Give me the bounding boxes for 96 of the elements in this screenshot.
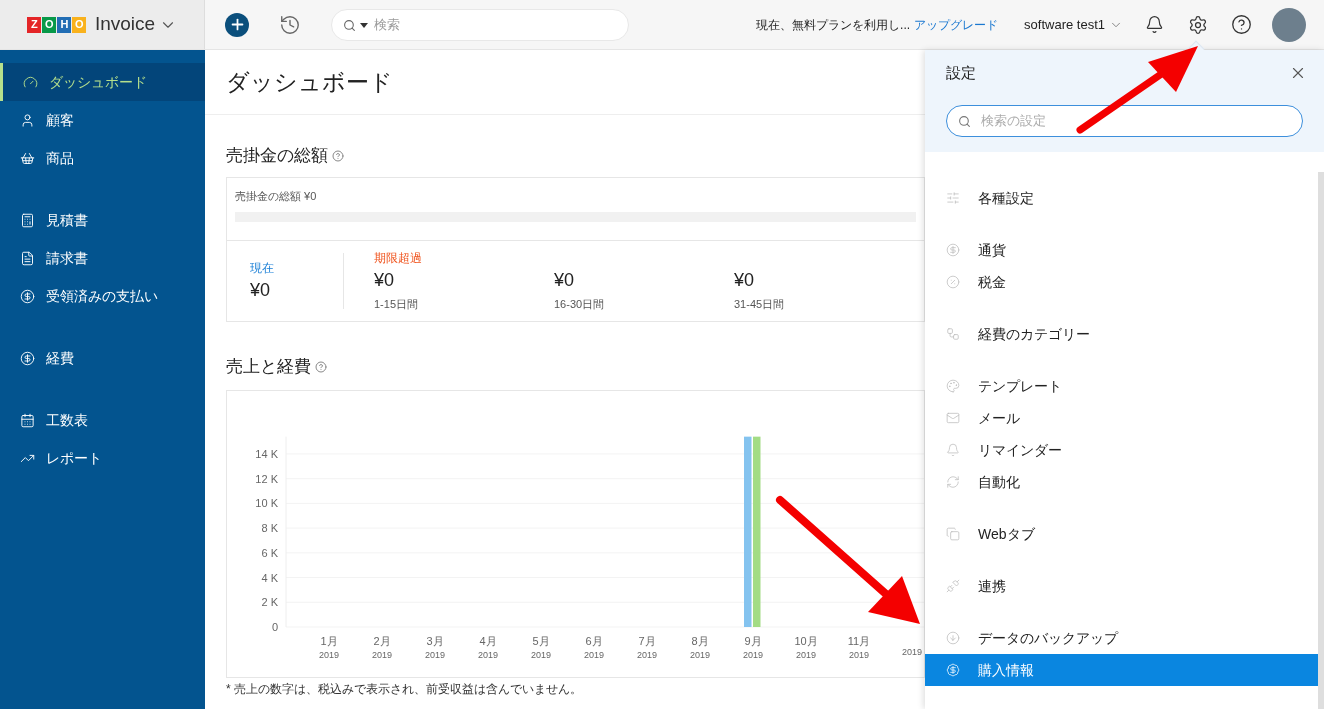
sidebar-item[interactable]: 顧客	[0, 101, 205, 139]
x-axis-label: 7月 2019	[637, 634, 657, 660]
settings-item[interactable]: 通貨	[925, 234, 1318, 266]
caret-icon	[360, 22, 368, 28]
dollar-badge-icon	[946, 663, 960, 677]
page-title: ダッシュボード	[226, 67, 393, 97]
help-icon[interactable]	[1231, 14, 1252, 35]
settings-item[interactable]: 購入情報	[925, 654, 1318, 686]
status-label: 期限超過	[374, 250, 423, 268]
calculator-icon	[20, 212, 35, 228]
settings-item[interactable]: テンプレート	[925, 370, 1318, 402]
sidebar-item[interactable]: ダッシュボード	[0, 63, 205, 101]
section-title: 売上と経費	[226, 356, 311, 378]
y-axis-label: 2 K	[261, 595, 278, 608]
settings-icon[interactable]	[1188, 14, 1208, 35]
logo-letter: Z	[27, 16, 42, 33]
refresh-icon	[946, 475, 960, 489]
sidebar-item[interactable]: 受領済みの支払い	[0, 277, 205, 315]
organization-switcher[interactable]: software test1	[1024, 14, 1123, 35]
palette-icon	[946, 379, 960, 393]
logo-letter: O	[42, 16, 57, 33]
plan-notice: 現在、無料プランを利用し...	[756, 16, 911, 34]
basket-icon	[20, 150, 35, 166]
search-field[interactable]: 検索	[331, 8, 629, 41]
bell-icon[interactable]	[1145, 15, 1164, 34]
settings-item[interactable]: 税金	[925, 266, 1318, 298]
x-axis-label: 2月 2019	[372, 634, 392, 660]
add-button[interactable]	[225, 12, 249, 37]
sidebar-item[interactable]: 請求書	[0, 239, 205, 277]
gauge-icon	[23, 74, 38, 90]
logo-letter: O	[72, 16, 87, 33]
y-axis-label: 10 K	[255, 496, 278, 509]
settings-item[interactable]: メール	[925, 402, 1318, 434]
y-axis-label: 14 K	[255, 447, 278, 460]
scrollbar[interactable]	[1318, 172, 1324, 709]
x-axis-label: 9月 2019	[743, 634, 763, 660]
search-icon	[343, 18, 356, 32]
x-axis-label: 6月 2019	[584, 634, 604, 660]
settings-item[interactable]: Webタブ	[925, 518, 1318, 550]
settings-item[interactable]: リマインダー	[925, 434, 1318, 466]
x-axis-label: 8月 2019	[690, 634, 710, 660]
panel-title: 設定	[946, 63, 976, 83]
amount: ¥0	[374, 269, 396, 293]
settings-item[interactable]: 自動化	[925, 466, 1318, 498]
section-title: 売掛金の総額	[226, 145, 328, 167]
sidebar-item[interactable]: 工数表	[0, 401, 205, 439]
x-axis-label: 5月 2019	[531, 634, 551, 660]
logo-letter: H	[57, 16, 72, 33]
range-label: 1-15日間	[374, 297, 420, 313]
x-axis-label: 2019	[902, 646, 922, 657]
range-label: 16-30日間	[554, 297, 606, 313]
settings-search-field[interactable]: 検索の設定	[946, 104, 1303, 137]
bell-icon	[946, 443, 960, 457]
x-axis-label: 1月 2019	[319, 634, 339, 660]
dollar-circle-icon	[20, 288, 35, 304]
document-icon	[20, 250, 35, 266]
product-name: Invoice	[94, 12, 156, 37]
sidebar-item[interactable]: 見積書	[0, 201, 205, 239]
x-axis-label: 3月 2019	[425, 634, 445, 660]
settings-item[interactable]: 経費のカテゴリー	[925, 318, 1318, 350]
x-axis-label: 10月 2019	[794, 634, 818, 660]
dollar-circle-icon	[946, 243, 960, 257]
hierarchy-icon	[946, 327, 960, 341]
upgrade-link[interactable]: アップグレード	[914, 15, 999, 34]
history-icon[interactable]	[279, 13, 301, 36]
search-icon	[958, 114, 971, 128]
sliders-icon	[946, 191, 960, 205]
settings-item[interactable]: データのバックアップ	[925, 622, 1318, 654]
windows-icon	[946, 527, 960, 541]
y-axis-label: 12 K	[255, 472, 278, 485]
receivables-summary: 売掛金の総額 ¥0	[235, 188, 318, 204]
calendar-icon	[20, 412, 35, 428]
status-label: 現在	[250, 259, 275, 277]
y-axis-label: 0	[271, 620, 278, 633]
y-axis-label: 6 K	[261, 546, 278, 559]
percent-icon	[946, 275, 960, 289]
sidebar-item[interactable]: 経費	[0, 339, 205, 377]
person-icon	[20, 112, 35, 128]
amount: ¥0	[250, 278, 272, 302]
x-axis-label: 11月 2019	[847, 634, 871, 660]
y-axis-label: 4 K	[261, 571, 278, 584]
range-label: 31-45日間	[734, 297, 786, 313]
sidebar-item[interactable]: 商品	[0, 139, 205, 177]
plug-icon	[946, 579, 960, 593]
envelope-icon	[946, 411, 960, 425]
footnote: * 売上の数字は、税込みで表示され、前受収益は含んでいません。	[226, 680, 583, 698]
amount: ¥0	[554, 269, 576, 293]
settings-item[interactable]: 各種設定	[925, 182, 1318, 214]
download-icon	[946, 631, 960, 645]
amount: ¥0	[734, 269, 756, 293]
x-axis-label: 4月 2019	[478, 634, 498, 660]
sidebar-item[interactable]: レポート	[0, 439, 205, 477]
dollar-circle-icon	[20, 350, 35, 366]
avatar[interactable]	[1272, 7, 1306, 42]
settings-item[interactable]: 連携	[925, 570, 1318, 602]
y-axis-label: 8 K	[261, 521, 278, 534]
